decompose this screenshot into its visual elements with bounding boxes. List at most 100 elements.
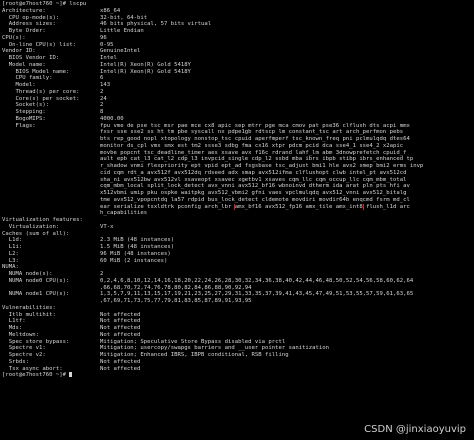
cpu-info-row: BIOS Model name: Intel(R) Xeon(R) Gold 54…	[2, 69, 474, 76]
detail-info-key: NUMA:	[2, 264, 19, 271]
cpu-info-row: Socket(s): 2	[2, 102, 474, 109]
detail-info-value: Not affected	[100, 358, 141, 365]
detail-info-key: L2:	[2, 250, 19, 257]
cpu-info-row: Model name: Intel(R) Xeon(R) Gold 5418Y	[2, 62, 474, 69]
prompt-text: [root@e7host760 ~]#	[2, 372, 70, 379]
flag-line: movbe popcnt tsc_deadline_timer aes xsav…	[100, 149, 407, 156]
cpu-info-row: CPU op-mode(s): 32-bit, 64-bit	[2, 15, 474, 22]
detail-info-key: Itlb multihit:	[2, 311, 56, 318]
cpu-info-key: Thread(s) per core:	[2, 88, 80, 95]
detail-info-value: ,66,68,70,72,74,76,78,80,82,84,86,88,90,…	[100, 284, 252, 291]
detail-info-value: Mitigation; Speculative Store Bypass dis…	[100, 338, 286, 345]
detail-info-row: Spectre v1: Mitigation; usercopy/swapgs b…	[2, 345, 474, 352]
detail-info-value	[100, 231, 474, 238]
detail-info-value: Not affected	[100, 331, 141, 338]
cpu-info-key: BIOS Model name:	[2, 68, 70, 75]
cpu-info-value: Little Endian	[100, 28, 144, 34]
terminal-window[interactable]: [root@e7host760 ~]# lscpu Architecture: x…	[0, 0, 474, 440]
cpu-info-value: Intel	[100, 55, 117, 61]
detail-info-key: Caches (sum of all):	[2, 230, 70, 237]
flag-line: sha_ni avx512bw avx512vl xsaveopt xsavec…	[100, 176, 407, 183]
cpu-info-value: 32-bit, 64-bit	[100, 14, 148, 21]
flag-line-highlighted: ear serialize tsxldtrk pconfig arch_lbr …	[2, 203, 474, 211]
flag-line-end: h_capabilities	[100, 210, 148, 217]
cpu-info-key: Architecture:	[2, 7, 46, 14]
cpu-info-value: GenuineIntel	[100, 48, 141, 55]
detail-info-value: Not affected	[100, 365, 141, 372]
detail-info-key: L1tf:	[2, 318, 26, 325]
detail-info-value: Not affected	[100, 325, 141, 331]
cpu-info-key: Address sizes:	[2, 21, 56, 28]
detail-info-value	[100, 217, 474, 224]
cpu-info-row: Stepping: 8	[2, 109, 474, 116]
cpu-info-value: 2	[100, 102, 104, 109]
flags-block: fxsr sse sse2 ss ht tm pbe syscall nx pd…	[2, 129, 474, 203]
cpu-info-key: Model:	[2, 82, 36, 88]
detail-info-key: Virtualization features:	[2, 217, 83, 223]
cpu-info-key: CPU(s):	[2, 34, 26, 41]
detail-info-row: Spectre v2: Mitigation; Enhanced IBRS, IB…	[2, 352, 474, 359]
detail-info-key: Spec store bypass:	[2, 338, 70, 345]
flag-line: tme avx512_vpopcntdq la57 rdpid bus_lock…	[100, 196, 410, 203]
detail-info-key: Spectre v1:	[2, 345, 46, 352]
detail-info-row: Itlb multihit: Not affected	[2, 312, 474, 319]
detail-info-value: 1.5 MiB (48 instances)	[100, 244, 175, 250]
flag-line: fxsr sse sse2 ss ht tm pbe syscall nx pd…	[100, 129, 404, 136]
cpu-info-key: CPU family:	[2, 75, 53, 82]
detail-info-key: Tsx async abort:	[2, 365, 63, 372]
flag-line-prefix: ear serialize tsxldtrk pconfig arch_lbr	[100, 203, 235, 210]
command-prompt-bottom[interactable]: [root@e7host760 ~]#	[2, 372, 474, 379]
detail-info-value: 2.3 MiB (48 instances)	[100, 237, 175, 244]
detail-info-key	[2, 285, 100, 292]
detail-info-key: Mds:	[2, 325, 23, 331]
flag-line: monitor ds_cpl vmx smx est tm2 ssse3 sdb…	[100, 142, 404, 149]
cpu-info-key: Vendor ID:	[2, 48, 36, 55]
detail-info-row: L1i: 1.5 MiB (48 instances)	[2, 244, 474, 251]
detail-info-row: ,67,69,71,73,75,77,79,81,83,85,87,89,91,…	[2, 298, 474, 305]
detail-info-row: NUMA node0 CPU(s): 0,2,4,6,8,10,12,14,16,…	[2, 278, 474, 285]
detail-info-value: 0,2,4,6,8,10,12,14,16,18,20,22,24,26,28,…	[100, 277, 414, 284]
detail-info-row: Vulnerabilities:	[2, 305, 474, 312]
cpu-info-row: On-line CPU(s) list: 0-95	[2, 42, 474, 49]
cpu-info-key: On-line CPU(s) list:	[2, 41, 77, 48]
cpu-info-value: 6	[100, 75, 104, 82]
cpu-info-value: 4000.00	[100, 115, 124, 122]
cpu-info-row: Vendor ID: GenuineIntel	[2, 48, 474, 55]
detail-info-key: Vulnerabilities:	[2, 304, 56, 311]
detail-info-value: 96 MiB (48 instances)	[100, 250, 171, 257]
detail-info-row: Meltdown: Not affected	[2, 332, 474, 339]
detail-info-value: Not affected	[100, 311, 141, 318]
flag-line: ault epb cat_l3 cat_l2 cdp_l3 invpcid_si…	[100, 156, 414, 163]
cpu-info-value: 8	[100, 109, 104, 115]
cpu-info-value: 96	[100, 34, 107, 41]
detail-info-value: 1,3,5,7,9,11,13,15,17,19,21,23,25,27,29,…	[100, 291, 414, 298]
detail-info-value: ,67,69,71,73,75,77,79,81,83,85,87,89,91,…	[100, 298, 252, 304]
detail-info-value: 2	[100, 271, 104, 277]
cpu-info-row: BogoMIPS: 4000.00	[2, 116, 474, 123]
flag-line: r_shadow vnmi flexpriority ept vpid ept_…	[100, 163, 424, 169]
cpu-info-row: Address sizes: 46 bits physical, 57 bits …	[2, 21, 474, 28]
detail-info-value: 60 MiB (2 instances)	[100, 257, 168, 264]
detail-info-key: NUMA node1 CPU(s):	[2, 291, 70, 298]
cpu-info-value: Intel(R) Xeon(R) Gold 5418Y	[100, 61, 191, 68]
cpu-info-key: BogoMIPS:	[2, 115, 46, 122]
detail-info-row: NUMA:	[2, 264, 474, 271]
detail-info-value: Mitigation; usercopy/swapgs barriers and…	[100, 345, 330, 352]
detail-info-row: Mds: Not affected	[2, 325, 474, 332]
flag-line: cid cqm rdt_a avx512f avx512dq rdseed ad…	[100, 169, 407, 176]
flag-line: cqm_mbm_local split_lock_detect avx_vnni…	[100, 183, 410, 190]
cpu-info-row: BIOS Vendor ID: Intel	[2, 55, 474, 62]
detail-info-row: Virtualization: VT-x	[2, 224, 474, 231]
cpu-info-row: Thread(s) per core: 2	[2, 89, 474, 96]
cpu-info-row: CPU family: 6	[2, 75, 474, 82]
cpu-info-key: Byte Order:	[2, 28, 46, 34]
command-prompt-top: [root@e7host760 ~]# lscpu	[2, 1, 87, 7]
cpu-info-key: Model name:	[2, 61, 46, 68]
cpu-info-row: Flags: fpu vme de pse tsc msr pae mce cx8…	[2, 123, 474, 130]
flag-line-suffix: flush_l1d arc	[362, 203, 410, 210]
detail-info-row: L1d: 2.3 MiB (48 instances)	[2, 237, 474, 244]
cpu-info-value: 24	[100, 95, 107, 102]
detail-info-row: ,66,68,70,72,74,76,78,80,82,84,86,88,90,…	[2, 285, 474, 292]
detail-info-key: L3:	[2, 257, 19, 264]
detail-info-row: Virtualization features:	[2, 217, 474, 224]
